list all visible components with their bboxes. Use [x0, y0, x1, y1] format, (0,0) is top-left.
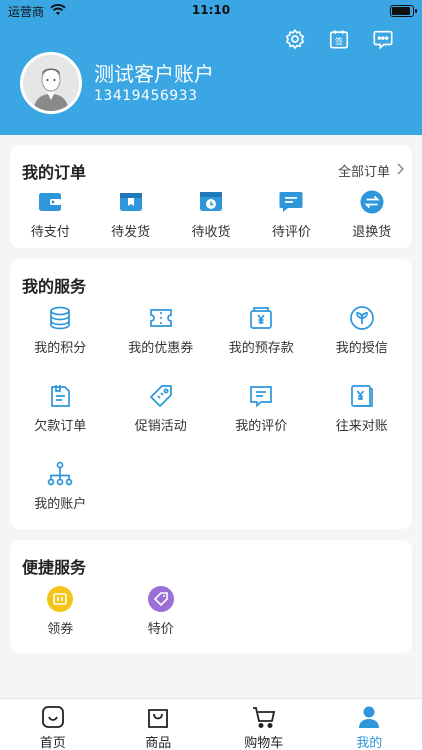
service-debt-orders[interactable]: 欠款订单 — [10, 383, 111, 461]
service-reconciliation[interactable]: 往来对账 — [312, 383, 413, 461]
tag-icon — [148, 383, 174, 409]
profile-header: 运营商 11:10 签 测试客户账户 13419456933 — [0, 0, 422, 135]
debt-order-icon — [47, 383, 73, 409]
truck-clock-icon — [198, 189, 224, 215]
tab-label: 购物车 — [244, 736, 284, 750]
tab-label: 商品 — [145, 736, 172, 750]
ledger-icon — [349, 383, 375, 409]
exchange-icon — [359, 189, 385, 215]
order-status-label: 待发货 — [111, 225, 151, 240]
order-status-pending-payment[interactable]: 待支付 — [10, 189, 90, 240]
service-label: 我的优惠券 — [128, 341, 194, 356]
chevron-right-icon — [396, 162, 405, 179]
quick-services-title: 便捷服务 — [22, 558, 87, 577]
settings-gear-icon[interactable] — [284, 28, 306, 50]
service-my-points[interactable]: 我的积分 — [10, 305, 111, 383]
service-label: 我的账户 — [34, 497, 87, 512]
services-title: 我的服务 — [22, 277, 87, 296]
shopping-bag-icon — [145, 704, 171, 730]
coins-icon — [47, 305, 73, 331]
service-my-coupons[interactable]: 我的优惠券 — [111, 305, 212, 383]
order-status-pending-review[interactable]: 待评价 — [251, 189, 331, 240]
tab-products[interactable]: 商品 — [106, 699, 212, 750]
orders-title: 我的订单 — [22, 163, 87, 182]
tab-home[interactable]: 首页 — [0, 699, 106, 750]
status-bar: 运营商 11:10 — [0, 0, 422, 22]
service-my-deposit[interactable]: 我的预存款 — [211, 305, 312, 383]
quick-label: 领券 — [47, 622, 74, 637]
services-card: 我的服务 我的积分 我的优惠券 我的预存款 我的授信 欠款订单 促销活动 我的评… — [10, 259, 412, 529]
sign-in-calendar-icon[interactable]: 签 — [328, 28, 350, 50]
all-orders-label: 全部订单 — [337, 165, 390, 180]
service-label: 我的评价 — [235, 419, 288, 434]
tab-label: 首页 — [39, 736, 66, 750]
quick-get-coupon[interactable]: 领券 — [10, 586, 111, 664]
order-status-pending-shipment[interactable]: 待发货 — [90, 189, 170, 240]
user-phone: 13419456933 — [94, 88, 198, 104]
coupon-icon — [148, 305, 174, 331]
home-icon — [40, 704, 66, 730]
review-icon — [248, 383, 274, 409]
service-label: 欠款订单 — [34, 419, 87, 434]
tab-mine[interactable]: 我的 — [317, 699, 422, 750]
get-coupon-icon — [47, 586, 74, 612]
tab-cart[interactable]: 购物车 — [211, 699, 317, 750]
sprout-icon — [349, 305, 375, 331]
order-status-label: 待收货 — [191, 225, 231, 240]
quick-label: 特价 — [147, 622, 174, 637]
service-label: 我的积分 — [34, 341, 87, 356]
user-icon — [356, 704, 382, 730]
service-my-account[interactable]: 我的账户 — [10, 461, 111, 539]
cart-icon — [251, 704, 277, 730]
service-label: 促销活动 — [134, 419, 187, 434]
bottom-tab-bar: 首页 商品 购物车 我的 — [0, 698, 422, 750]
tab-label: 我的 — [356, 736, 383, 750]
service-promotions[interactable]: 促销活动 — [111, 383, 212, 461]
comment-icon — [278, 189, 304, 215]
order-status-label: 退换货 — [352, 225, 392, 240]
quick-services-card: 便捷服务 领券 特价 — [10, 540, 412, 653]
package-icon — [118, 189, 144, 215]
org-tree-icon — [47, 461, 73, 487]
order-status-returns[interactable]: 退换货 — [332, 189, 412, 240]
all-orders-link[interactable]: 全部订单 — [337, 161, 405, 180]
service-label: 我的授信 — [335, 341, 388, 356]
clock: 11:10 — [191, 3, 231, 17]
orders-card: 我的订单 全部订单 待支付 待发货 待收货 待评价 退换货 — [10, 145, 412, 248]
special-price-icon — [147, 586, 174, 612]
service-label: 我的预存款 — [228, 341, 294, 356]
wallet-icon — [37, 189, 63, 215]
message-icon[interactable] — [372, 28, 394, 50]
service-my-credit[interactable]: 我的授信 — [312, 305, 413, 383]
order-status-label: 待支付 — [30, 225, 70, 240]
battery-icon — [390, 5, 417, 17]
avatar[interactable] — [20, 52, 82, 114]
user-name: 测试客户账户 — [94, 62, 214, 86]
order-status-label: 待评价 — [271, 225, 311, 240]
service-label: 往来对账 — [335, 419, 388, 434]
user-profile[interactable]: 测试客户账户 13419456933 — [20, 52, 214, 114]
order-status-pending-receipt[interactable]: 待收货 — [171, 189, 251, 240]
quick-special-price[interactable]: 特价 — [111, 586, 212, 664]
svg-text:签: 签 — [335, 37, 343, 47]
deposit-icon — [248, 305, 274, 331]
service-my-reviews[interactable]: 我的评价 — [211, 383, 312, 461]
